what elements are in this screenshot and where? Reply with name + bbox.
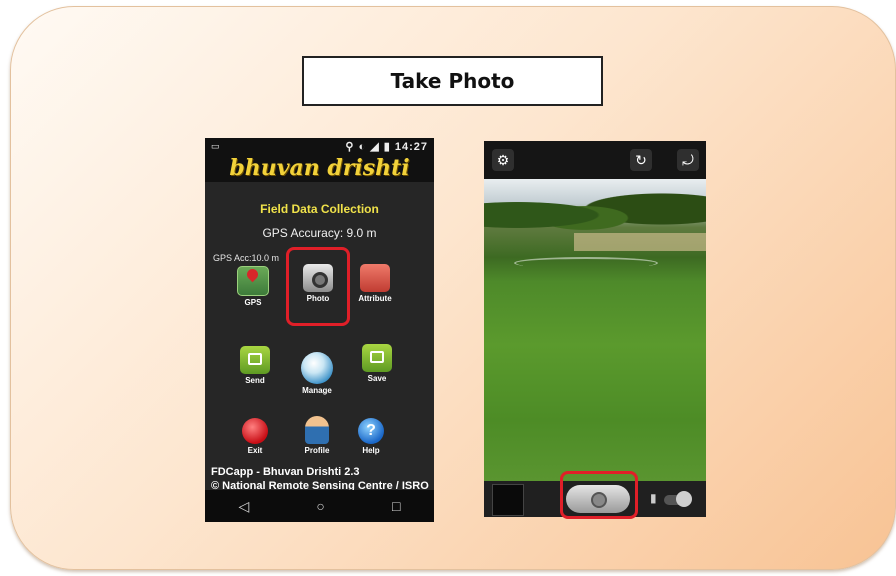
help-icon: ? [358,418,384,444]
gallery-thumbnail[interactable] [492,484,524,516]
manage-label: Manage [302,386,332,395]
attribute-label: Attribute [358,294,392,303]
back-icon[interactable]: ◁ [239,498,250,515]
user-icon [305,416,329,444]
section-heading: Field Data Collection [260,202,379,216]
viewfinder-lawn-edge [514,257,658,269]
help-button[interactable]: ? Help [351,418,391,455]
status-bar: ▭ ⚲ ◐ ◢ ▮ 14:27 [205,138,434,154]
manage-button[interactable]: Manage [297,352,337,395]
shutter-highlight [560,471,638,519]
page-title: Take Photo [302,56,603,106]
notification-icon: ▭ [211,140,220,151]
android-nav-bar: ◁ ○ □ [205,490,434,522]
recent-apps-icon[interactable]: □ [392,498,400,514]
gps-button[interactable]: GPS [233,266,273,307]
photo-highlight [286,247,350,326]
app-home-screen: ▭ ⚲ ◐ ◢ ▮ 14:27 bhuvan drishti Field Dat… [205,138,434,522]
power-icon [242,418,268,444]
footer-app-version: FDCapp - Bhuvan Drishti 2.3 [211,466,360,478]
profile-button[interactable]: Profile [297,416,337,455]
gps-accuracy: GPS Accuracy: 9.0 m [262,226,377,240]
home-icon[interactable]: ○ [316,498,324,514]
settings-gear-icon[interactable]: ⚙ [492,149,514,171]
toggle-knob [676,491,692,507]
gps-acc-small: GPS Acc:10.0 m [213,253,280,263]
send-button[interactable]: Send [235,346,275,385]
send-label: Send [245,376,265,385]
footer-copyright: © National Remote Sensing Centre / ISRO [211,480,429,490]
app-banner: bhuvan drishti [205,154,434,182]
help-label: Help [362,446,380,455]
rotate-icon[interactable]: ⤾ [677,149,699,171]
photo-video-toggle[interactable]: ▮ [644,489,702,509]
attribute-button[interactable]: Attribute [355,264,395,303]
camera-mode-icon: ▮ [650,491,657,505]
camera-viewfinder [484,179,706,481]
profile-label: Profile [304,446,330,455]
viewfinder-wall [574,233,706,251]
exit-button[interactable]: Exit [235,418,275,455]
save-label: Save [367,374,387,383]
save-icon [362,344,392,372]
switch-camera-icon[interactable]: ↻ [630,149,652,171]
clipboard-icon [360,264,390,292]
gps-label: GPS [244,298,262,307]
camera-screen: ⚙ ↻ ⤾ ▮ [484,141,706,517]
send-icon [240,346,270,374]
exit-label: Exit [247,446,263,455]
manage-icon [301,352,333,384]
camera-top-bar: ⚙ ↻ ⤾ [484,141,706,179]
save-button[interactable]: Save [357,344,397,383]
status-time: ⚲ ◐ ◢ ▮ 14:27 [345,140,428,153]
map-icon [237,266,269,296]
